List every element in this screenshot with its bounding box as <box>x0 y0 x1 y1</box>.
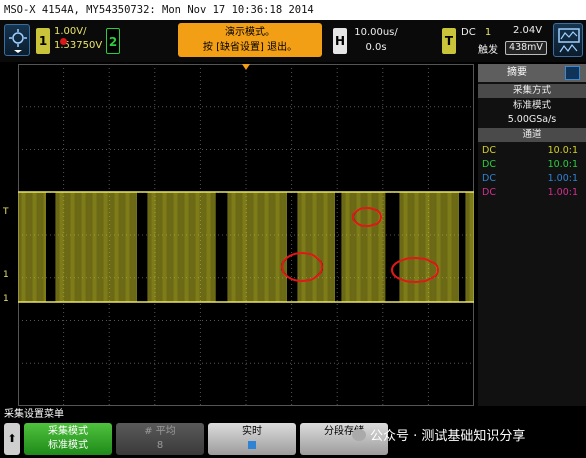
demo-mode-message: 演示模式。 按 [缺省设置] 退出。 <box>178 23 322 57</box>
softkey-value: 标准模式 <box>48 440 88 451</box>
softkey-value: 8 <box>156 440 164 451</box>
summary-tab[interactable]: 摘要 <box>478 64 586 82</box>
scope-screen: 1 1.00V/ 1.53750V 2 演示模式。 按 [缺省设置] 退出。 H… <box>0 20 586 458</box>
trigger-mode: 触发 <box>478 45 498 56</box>
summary-tab-label: 摘要 <box>507 67 527 78</box>
sample-rate-value: 5.00GSa/s <box>507 114 557 125</box>
realtime-softkey[interactable]: 实时 <box>208 423 296 455</box>
channel-row-3: DC 1.00:1 <box>482 172 582 186</box>
channel-section-header: 通道 <box>478 128 586 142</box>
ch1-settings[interactable]: 1.00V/ 1.53750V <box>54 25 102 53</box>
channel-row-1: DC 10.0:1 <box>482 144 582 158</box>
trigger-holdoff-field[interactable]: 438mV <box>505 41 547 55</box>
acq-mode-value: 标准模式 <box>512 100 551 111</box>
run-stop-icon[interactable] <box>4 24 30 56</box>
time-scale: 10.00us/ <box>354 27 398 38</box>
acq-mode-softkey[interactable]: 采集模式 标准模式 <box>24 423 112 455</box>
ch2-tag[interactable]: 2 <box>106 28 120 54</box>
watermark-text: 公众号 · 测试基础知识分享 <box>370 429 526 444</box>
averages-softkey[interactable]: # 平均 8 <box>116 423 204 455</box>
top-status-bar: 1 1.00V/ 1.53750V 2 演示模式。 按 [缺省设置] 退出。 H… <box>0 20 586 62</box>
horizontal-tag[interactable]: H <box>333 28 347 54</box>
waveform-svg <box>18 64 474 406</box>
display-icon[interactable] <box>553 23 583 57</box>
checkbox-icon <box>248 441 256 449</box>
channel-row-2: DC 10.0:1 <box>482 158 582 172</box>
message-line-1: 演示模式。 <box>225 27 275 38</box>
channel-ratio: 10.0:1 <box>547 145 578 156</box>
horizontal-settings[interactable]: 10.00us/ 0.0s <box>352 25 400 55</box>
channel-coupling: DC <box>482 159 496 170</box>
acq-section-header: 采集方式 <box>478 84 586 98</box>
trigger-source: 1 <box>484 27 492 38</box>
menu-title: 采集设置菜单 <box>4 409 64 420</box>
channel-ratio: 1.00:1 <box>547 173 578 184</box>
watermark: 公众号 · 测试基础知识分享 <box>352 426 525 448</box>
softkey-label: 采集模式 <box>48 426 88 437</box>
wechat-icon <box>352 429 366 441</box>
channel-ratio: 10.0:1 <box>547 159 578 170</box>
ch1-scale: 1.00V/ <box>54 26 87 37</box>
trigger-settings[interactable]: DC 1 <box>461 25 497 40</box>
channel-row-4: DC 1.00:1 <box>482 186 582 200</box>
channel-ratio: 1.00:1 <box>547 187 578 198</box>
trigger-level-marker: T <box>3 207 9 217</box>
trigger-level: 2.04V <box>513 25 543 36</box>
softkey-label: # 平均 <box>144 426 176 437</box>
ch1-ground-marker: 1 <box>3 270 9 280</box>
time-delay: 0.0s <box>365 42 387 53</box>
channel-coupling: DC <box>482 145 496 156</box>
message-line-2: 按 [缺省设置] 退出。 <box>202 42 298 53</box>
record-dot-icon <box>60 38 67 45</box>
waveform-display[interactable] <box>18 64 474 406</box>
channel-coupling: DC <box>482 187 496 198</box>
softkey-label: 实时 <box>242 426 262 437</box>
trigger-coupling: DC <box>461 27 476 38</box>
window-title: MSO-X 4154A, MY54350732: Mon Nov 17 10:3… <box>0 0 586 20</box>
glitch-annotation <box>281 252 323 282</box>
menu-back-button[interactable]: ⬆ <box>4 423 20 455</box>
summary-icon[interactable] <box>565 66 580 80</box>
trigger-position-marker <box>242 64 250 70</box>
channel-coupling: DC <box>482 173 496 184</box>
trigger-tag[interactable]: T <box>442 28 456 54</box>
summary-panel: 摘要 采集方式 标准模式 5.00GSa/s 通道 DC 10.0:1 DC 1… <box>478 64 586 406</box>
ch1-offset-marker: 1 <box>3 294 9 304</box>
ch1-tag[interactable]: 1 <box>36 28 50 54</box>
